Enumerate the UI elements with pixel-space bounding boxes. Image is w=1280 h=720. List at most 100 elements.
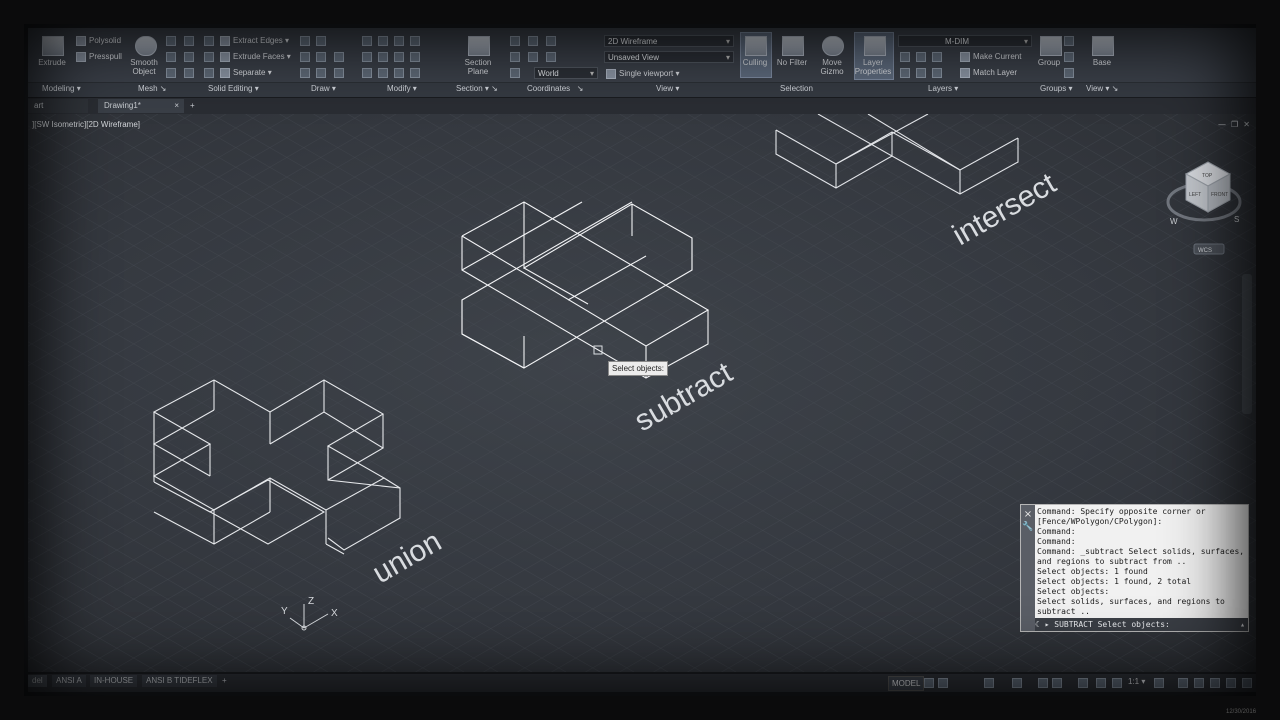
panel-modify[interactable]: Modify ▾ <box>387 84 417 93</box>
interfere-icon[interactable] <box>204 52 214 62</box>
presspull-button[interactable]: Presspull <box>76 52 122 62</box>
named-view-dropdown[interactable]: Unsaved View <box>604 51 734 63</box>
polygon-icon[interactable] <box>300 68 310 78</box>
layer-walk-icon[interactable] <box>932 68 942 78</box>
fillet-icon[interactable] <box>362 52 372 62</box>
no-filter-button[interactable]: No Filter <box>772 58 812 67</box>
ucs-z-icon[interactable] <box>546 52 556 62</box>
ucs-view-icon[interactable] <box>510 68 520 78</box>
layer-dropdown[interactable]: M-DIM <box>898 35 1032 47</box>
ucs-dropdown[interactable]: World <box>534 67 598 79</box>
separate-button[interactable]: Separate ▾ <box>220 68 272 78</box>
move-icon[interactable] <box>362 36 372 46</box>
visual-style-dropdown[interactable]: 2D Wireframe <box>604 35 734 47</box>
mirror-icon[interactable] <box>410 36 420 46</box>
layout-tab-model[interactable]: del <box>28 675 47 687</box>
extract-edges-button[interactable]: Extract Edges ▾ <box>220 36 289 46</box>
layout-tab-ansi-a[interactable]: ANSI A <box>52 675 86 687</box>
panel-coordinates[interactable]: Coordinates ↘ <box>527 84 584 93</box>
base-button[interactable]: Base <box>1086 58 1118 67</box>
minimize-icon[interactable]: — <box>1218 120 1226 129</box>
ucs-icon[interactable] <box>510 36 520 46</box>
close-command-window-icon[interactable]: × <box>1021 509 1035 520</box>
isolate-objects-icon[interactable] <box>1226 678 1236 688</box>
panel-view[interactable]: View ▾ <box>656 84 679 93</box>
section-plane-button[interactable]: Section Plane <box>456 58 500 76</box>
circle-icon[interactable] <box>334 52 344 62</box>
mesh-cone-icon[interactable] <box>166 52 176 62</box>
close-tab-icon[interactable]: × <box>174 99 179 113</box>
ucs-origin-icon[interactable] <box>528 36 538 46</box>
transparency-icon[interactable] <box>1096 678 1106 688</box>
panel-selection[interactable]: Selection <box>780 84 813 93</box>
panel-modeling[interactable]: Modeling ▾ <box>42 84 81 93</box>
object-snap-tracking-icon[interactable] <box>1038 678 1048 688</box>
extrude-faces-button[interactable]: Extrude Faces ▾ <box>220 52 291 62</box>
units-icon[interactable] <box>1194 678 1204 688</box>
smooth-object-button[interactable]: Smooth Object <box>124 58 164 76</box>
viewport-controls-label[interactable]: ][SW Isometric][2D Wireframe] <box>32 120 140 129</box>
navigation-bar[interactable] <box>1242 274 1252 414</box>
culling-button[interactable]: Culling <box>738 58 772 67</box>
move-gizmo-button[interactable]: Move Gizmo <box>814 58 850 76</box>
rotate-icon[interactable] <box>378 36 388 46</box>
line-icon[interactable] <box>300 36 310 46</box>
polar-tracking-icon[interactable] <box>984 678 994 688</box>
imprint-icon[interactable] <box>204 68 214 78</box>
erase-icon[interactable] <box>410 68 420 78</box>
close-icon[interactable]: ✕ <box>1243 120 1250 129</box>
tab-start[interactable]: art <box>28 99 88 113</box>
offset-icon[interactable] <box>378 68 388 78</box>
mesh-box-icon[interactable] <box>166 36 176 46</box>
grid-toggle-icon[interactable] <box>924 678 934 688</box>
layer-off-icon[interactable] <box>900 52 910 62</box>
layer-isolate-icon[interactable] <box>916 52 926 62</box>
recent-commands-icon[interactable]: ☾ ▸ <box>1035 620 1054 629</box>
group-button[interactable]: Group <box>1034 58 1064 67</box>
slice-icon[interactable] <box>204 36 214 46</box>
stretch-icon[interactable] <box>394 52 404 62</box>
array-icon[interactable] <box>362 68 372 78</box>
panel-layers[interactable]: Layers ▾ <box>928 84 958 93</box>
tab-drawing1[interactable]: Drawing1* × <box>98 99 184 113</box>
intersect-icon[interactable] <box>184 68 194 78</box>
workspace-gear-icon[interactable] <box>1154 678 1164 688</box>
trim-icon[interactable] <box>394 68 404 78</box>
isodraft-icon[interactable] <box>1012 678 1022 688</box>
add-layout-button[interactable]: + <box>218 675 231 687</box>
group-select-icon[interactable] <box>1064 68 1074 78</box>
union-icon[interactable] <box>184 36 194 46</box>
match-layer-button[interactable]: Match Layer <box>960 68 1017 78</box>
layout-tab-in-house[interactable]: IN-HOUSE <box>90 675 138 687</box>
ellipse-icon[interactable] <box>334 68 344 78</box>
annotation-scale[interactable]: 1:1 ▾ <box>1128 677 1145 686</box>
group-edit-icon[interactable] <box>1064 52 1074 62</box>
lineweight-icon[interactable] <box>1078 678 1088 688</box>
panel-section[interactable]: Section ▾ ↘ <box>456 84 498 93</box>
intersect-solid[interactable] <box>775 114 1019 195</box>
ucs-x-icon[interactable] <box>510 52 520 62</box>
spline-icon[interactable] <box>300 52 310 62</box>
model-space-button[interactable]: MODEL <box>888 676 925 691</box>
object-snap-icon[interactable] <box>1052 678 1062 688</box>
layer-lock-icon[interactable] <box>900 68 910 78</box>
polysolid-button[interactable]: Polysolid <box>76 36 121 46</box>
explode-icon[interactable] <box>378 52 388 62</box>
command-window-handle[interactable]: × 🔧 <box>1021 505 1035 631</box>
layer-unisolate-icon[interactable] <box>916 68 926 78</box>
panel-mesh[interactable]: Mesh ↘ <box>138 84 167 93</box>
command-expand-icon[interactable]: ▴ <box>1240 618 1245 631</box>
viewport-window-controls[interactable]: — ❐ ✕ <box>1218 120 1250 129</box>
ucs-3point-icon[interactable] <box>546 36 556 46</box>
restore-icon[interactable]: ❐ <box>1231 120 1238 129</box>
scale-icon[interactable] <box>410 52 420 62</box>
viewport-config-button[interactable]: Single viewport ▾ <box>606 69 680 79</box>
panel-groups[interactable]: Groups ▾ <box>1040 84 1072 93</box>
copy-icon[interactable] <box>394 36 404 46</box>
annotation-visibility-icon[interactable] <box>1112 678 1122 688</box>
customize-wrench-icon[interactable]: 🔧 <box>1021 522 1035 532</box>
viewcube[interactable]: TOP LEFT FRONT W S WCS <box>1166 161 1242 255</box>
mesh-sphere-icon[interactable] <box>166 68 176 78</box>
customization-menu-icon[interactable] <box>1242 678 1252 688</box>
make-current-button[interactable]: Make Current <box>960 52 1021 62</box>
